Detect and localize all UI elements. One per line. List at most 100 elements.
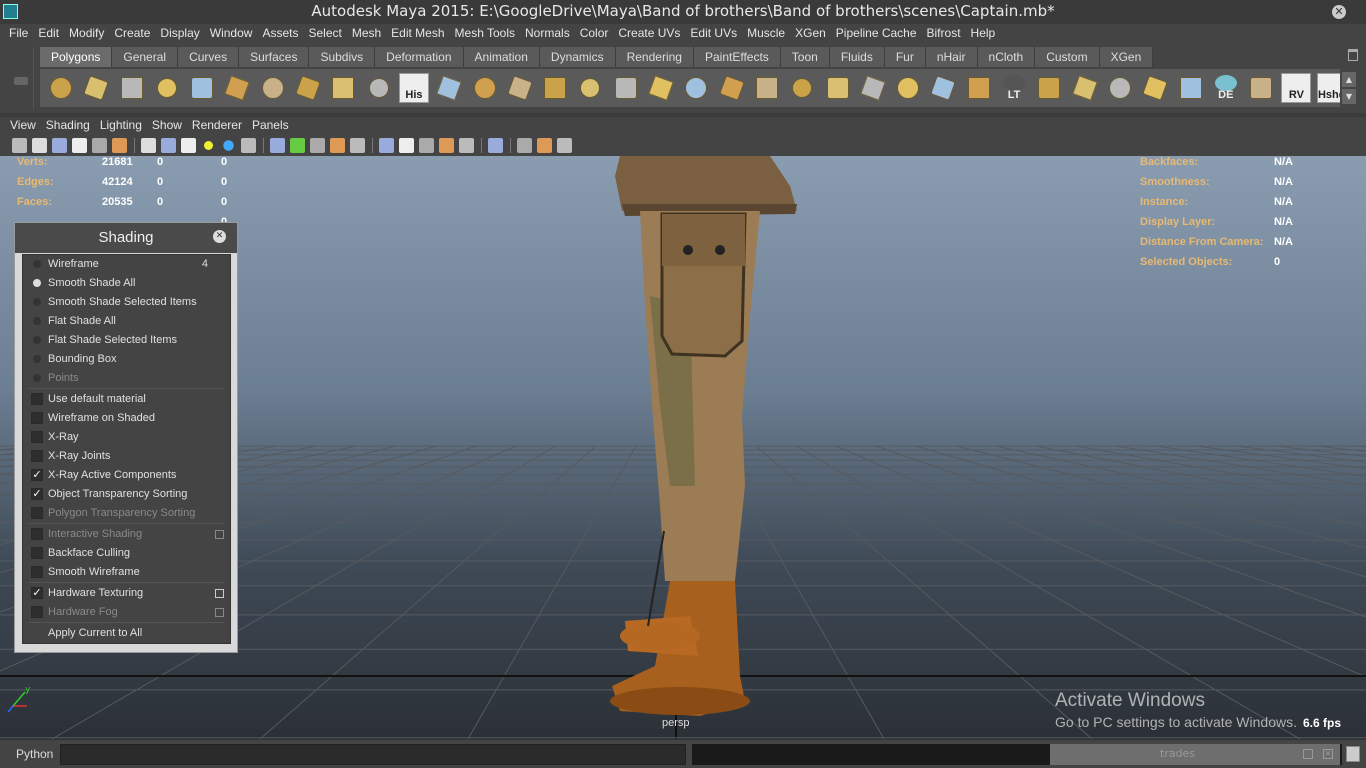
- checkbox-x-ray-active-components[interactable]: ✓ X-Ray Active Components: [23, 466, 230, 485]
- checkbox-wireframe-on-shaded[interactable]: Wireframe on Shaded: [23, 409, 230, 428]
- menu-create[interactable]: Create: [109, 24, 155, 43]
- combine-icon[interactable]: [434, 73, 464, 103]
- menu-edit-uvs[interactable]: Edit UVs: [685, 24, 742, 43]
- uv-unfold-icon[interactable]: [1246, 73, 1276, 103]
- smooth-shade-icon[interactable]: [161, 138, 176, 153]
- select-camera-icon[interactable]: [12, 138, 27, 153]
- shelf-tab-custom[interactable]: Custom: [1035, 47, 1100, 67]
- history-icon[interactable]: His: [398, 73, 429, 103]
- ambient-occlusion-icon[interactable]: [241, 138, 256, 153]
- shelf-drag-handle[interactable]: [8, 47, 34, 109]
- menu-file[interactable]: File: [4, 24, 33, 43]
- script-editor-icon[interactable]: [1346, 746, 1360, 762]
- hshd-icon[interactable]: Hshd: [1316, 73, 1340, 103]
- poly-sphere-icon[interactable]: [46, 73, 76, 103]
- trash-icon[interactable]: [1348, 49, 1358, 61]
- viewport-2-icon[interactable]: [459, 138, 474, 153]
- smooth-icon[interactable]: [505, 73, 535, 103]
- shelf-tab-subdivs[interactable]: Subdivs: [309, 47, 376, 67]
- shading-panel-header[interactable]: Shading ✕: [15, 223, 237, 253]
- checkbox-backface-culling[interactable]: Backface Culling: [23, 544, 230, 563]
- gamma-icon[interactable]: [439, 138, 454, 153]
- checkbox-x-ray[interactable]: X-Ray: [23, 428, 230, 447]
- shelf-tab-painteffects[interactable]: PaintEffects: [693, 47, 781, 67]
- checkbox-smooth-wireframe[interactable]: Smooth Wireframe: [23, 563, 230, 582]
- shelf-tab-dynamics[interactable]: Dynamics: [539, 47, 616, 67]
- textured-icon[interactable]: [181, 138, 196, 153]
- radio-flat-shade-selected-items[interactable]: Flat Shade Selected Items: [23, 331, 230, 350]
- panel-menu-panels[interactable]: Panels: [247, 117, 294, 135]
- poly-helix-icon[interactable]: [328, 73, 358, 103]
- field-chart-icon[interactable]: [557, 138, 572, 153]
- panel-menu-renderer[interactable]: Renderer: [187, 117, 247, 135]
- use-all-lights-icon[interactable]: [204, 141, 213, 150]
- shelf-tab-fluids[interactable]: Fluids: [829, 47, 885, 67]
- grease-pencil-icon[interactable]: [112, 138, 127, 153]
- shelf-tab-ncloth[interactable]: nCloth: [977, 47, 1036, 67]
- mesh-display-icon[interactable]: [858, 73, 888, 103]
- shelf-tab-toon[interactable]: Toon: [780, 47, 830, 67]
- close-icon[interactable]: ✕: [213, 230, 226, 243]
- wireframe-toggle-icon[interactable]: [141, 138, 156, 153]
- action-apply-current-to-all[interactable]: Apply Current to All: [23, 624, 230, 643]
- option-box-icon[interactable]: [215, 530, 224, 539]
- poly-pipe-icon[interactable]: [293, 73, 323, 103]
- shelf-scroll[interactable]: ▲ ▼: [1342, 72, 1356, 104]
- menu-pipeline-cache[interactable]: Pipeline Cache: [831, 24, 922, 43]
- camera-attributes-icon[interactable]: [32, 138, 47, 153]
- uv-snapshot-icon[interactable]: [893, 73, 923, 103]
- menu-muscle[interactable]: Muscle: [742, 24, 790, 43]
- rv-icon[interactable]: RV: [1281, 73, 1312, 103]
- lights-icon-icon[interactable]: [399, 138, 414, 153]
- de-icon[interactable]: DE: [1211, 73, 1241, 103]
- shelf-tab-xgen[interactable]: XGen: [1099, 47, 1154, 67]
- shelf-tab-curves[interactable]: Curves: [178, 47, 240, 67]
- menu-bifrost[interactable]: Bifrost: [922, 24, 966, 43]
- shelf-tab-general[interactable]: General: [112, 47, 179, 67]
- extract-icon[interactable]: [470, 73, 500, 103]
- uv-auto-icon[interactable]: [1140, 73, 1170, 103]
- shelf-tab-animation[interactable]: Animation: [463, 47, 540, 67]
- option-box-icon[interactable]: [215, 608, 224, 617]
- scroll-up-icon[interactable]: ▲: [1342, 72, 1356, 87]
- film-gate-icon[interactable]: [517, 138, 532, 153]
- bookmark-icon[interactable]: [52, 138, 67, 153]
- menu-edit-mesh[interactable]: Edit Mesh: [386, 24, 449, 43]
- menu-window[interactable]: Window: [205, 24, 258, 43]
- poly-pyramid-icon[interactable]: [258, 73, 288, 103]
- bridge-icon[interactable]: [611, 73, 641, 103]
- shelf-tab-polygons[interactable]: Polygons: [40, 47, 113, 67]
- checkbox-object-transparency-sorting[interactable]: ✓ Object Transparency Sorting: [23, 485, 230, 504]
- poly-cube-icon[interactable]: [81, 73, 111, 103]
- safe-action-icon[interactable]: [537, 138, 552, 153]
- radio-wireframe[interactable]: Wireframe 4: [23, 255, 230, 274]
- extrude-icon[interactable]: [575, 73, 605, 103]
- sculpt-icon[interactable]: [787, 73, 817, 103]
- shelf-tab-nhair[interactable]: nHair: [925, 47, 978, 67]
- panel-menu-lighting[interactable]: Lighting: [95, 117, 147, 135]
- menu-select[interactable]: Select: [303, 24, 346, 43]
- menu-normals[interactable]: Normals: [520, 24, 575, 43]
- menu-mesh-tools[interactable]: Mesh Tools: [450, 24, 520, 43]
- insert-edgeloop-icon[interactable]: [717, 73, 747, 103]
- panel-menu-view[interactable]: View: [5, 117, 41, 135]
- checkbox-x-ray-joints[interactable]: X-Ray Joints: [23, 447, 230, 466]
- panel-menu-show[interactable]: Show: [147, 117, 187, 135]
- menu-assets[interactable]: Assets: [257, 24, 303, 43]
- transfer-icon[interactable]: [928, 73, 958, 103]
- resolution-gate-icon[interactable]: [488, 138, 503, 153]
- close-icon[interactable]: ✕: [1332, 5, 1346, 19]
- radio-smooth-shade-all[interactable]: Smooth Shade All: [23, 274, 230, 293]
- append-polygon-icon[interactable]: [646, 73, 676, 103]
- bevel-icon[interactable]: [540, 73, 570, 103]
- scroll-down-icon[interactable]: ▼: [1342, 89, 1356, 104]
- menu-help[interactable]: Help: [966, 24, 1001, 43]
- minimize-icon[interactable]: [1303, 749, 1313, 759]
- menu-edit[interactable]: Edit: [33, 24, 64, 43]
- checkbox-use-default-material[interactable]: Use default material: [23, 390, 230, 409]
- poly-cylinder-icon[interactable]: [117, 73, 147, 103]
- uv-spherical-icon[interactable]: [1105, 73, 1135, 103]
- split-polygon-icon[interactable]: [681, 73, 711, 103]
- poly-soccerball-icon[interactable]: [364, 73, 394, 103]
- shadows-icon[interactable]: [223, 140, 234, 151]
